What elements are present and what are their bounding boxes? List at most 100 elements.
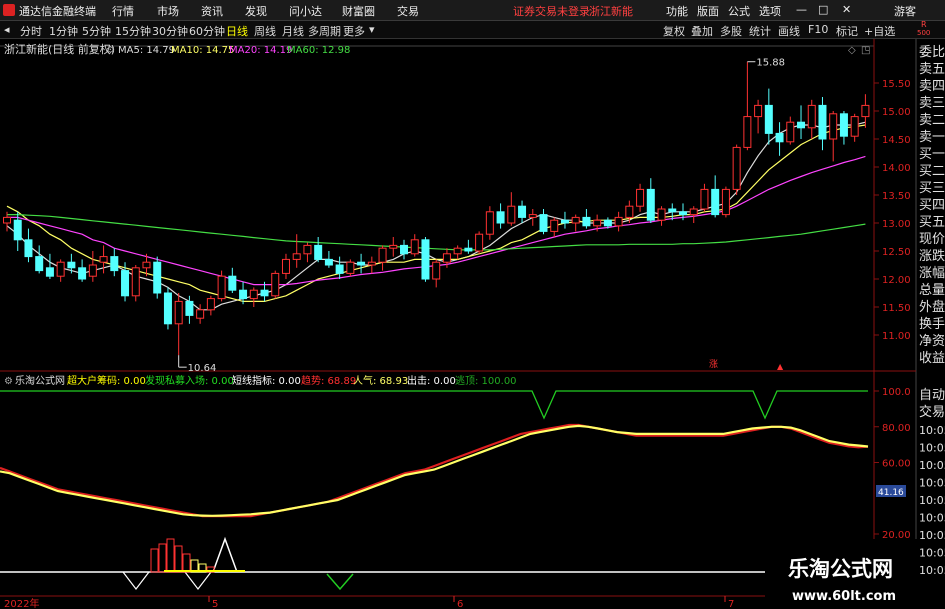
menu-function[interactable]: 功能 [666, 3, 688, 19]
escape-signal-line [0, 390, 868, 420]
side-label: 卖三 [919, 96, 945, 111]
app-logo-icon [3, 4, 15, 16]
menu-trade[interactable]: 交易 [397, 3, 419, 19]
candle-body [507, 205, 516, 224]
volume-bar [158, 543, 167, 573]
btn-adjust[interactable]: 复权 [663, 23, 685, 39]
btn-add-watchlist[interactable]: +自选 [864, 23, 895, 39]
side-time-label: 10:05 [919, 442, 945, 455]
corner-500-label: 500 [917, 29, 931, 37]
y-tick-label: 14.00 [882, 163, 911, 174]
indicator-item-duanxian: 短线指标: 0.00 [232, 374, 301, 387]
period-toolbar: ◂ 分时 1分钟 5分钟 15分钟 30分钟 60分钟 日线 周线 月线 多周期… [0, 20, 945, 39]
side-time-column: 10:05 10:05 10:05 10:05 10:05 10:05 10:05 10:05… [919, 424, 945, 577]
ind-y-tick-label: 60.00 [882, 459, 911, 470]
candle-body [861, 104, 870, 118]
corner-r-label: R [921, 20, 927, 29]
indicator-settings-icon[interactable]: ⚙ [4, 376, 13, 387]
period-5min[interactable]: 5分钟 [82, 23, 111, 39]
side-label: 卖四 [919, 79, 945, 94]
btn-mark[interactable]: 标记 [836, 23, 858, 39]
chevron-down-icon[interactable]: ▾ [369, 23, 375, 36]
side-label: 涨幅 [919, 266, 945, 281]
candle-body [786, 121, 795, 143]
candle-body [67, 261, 76, 269]
menu-formula[interactable]: 公式 [728, 3, 750, 19]
period-60min[interactable]: 60分钟 [189, 23, 225, 39]
period-more[interactable]: 更多 [343, 23, 365, 39]
menu-options[interactable]: 选项 [759, 3, 781, 19]
menu-wealth-circle[interactable]: 财富圈 [342, 3, 375, 19]
candle-body [410, 239, 419, 255]
period-daily[interactable]: 日线 [226, 23, 248, 39]
settings-gear-icon[interactable]: ⚙ [106, 45, 115, 56]
side-time-label: 10:05 [919, 512, 945, 525]
period-1min[interactable]: 1分钟 [49, 23, 78, 39]
login-warning[interactable]: 证券交易未登录 [513, 3, 590, 19]
period-monthly[interactable]: 月线 [282, 23, 304, 39]
main-chart-header: 浙江新能(日线 前复权) ⚙ MA5: 14.79 MA10: 14.75 MA… [4, 42, 870, 56]
period-weekly[interactable]: 周线 [254, 23, 276, 39]
candle-body [475, 233, 484, 252]
guest-label[interactable]: 游客 [894, 3, 916, 19]
x-label-month-5: 5 [212, 599, 218, 609]
candle-body [636, 188, 645, 207]
menu-market[interactable]: 市场 [157, 3, 179, 19]
candle-body [518, 205, 527, 218]
candle-body [324, 258, 333, 266]
candle-body [163, 292, 172, 325]
btn-f10[interactable]: F10 [808, 23, 828, 36]
period-intraday[interactable]: 分时 [20, 23, 42, 39]
menu-ask-xiaoda[interactable]: 问小达 [289, 3, 322, 19]
main-chart-title: 浙江新能(日线 前复权) [4, 42, 115, 56]
ma60-label: MA60: 12.98 [287, 45, 350, 56]
close-icon[interactable]: ✕ [842, 3, 851, 16]
y-tick-label: 13.50 [882, 191, 911, 202]
menu-market-quotes[interactable]: 行情 [112, 3, 134, 19]
side-time-label: 10:05 [919, 477, 945, 490]
candle-body [35, 256, 44, 272]
candles [3, 61, 870, 356]
candle-body [110, 256, 119, 272]
candle-body [217, 275, 226, 300]
candle-body [603, 219, 612, 227]
maximize-icon[interactable]: □ [818, 3, 828, 16]
candle-body [3, 216, 11, 224]
watermark-title: 乐淘公式网 [788, 557, 893, 581]
attack-signal-peak [212, 536, 238, 573]
minimize-icon[interactable]: — [796, 3, 807, 16]
menu-news[interactable]: 资讯 [201, 3, 223, 19]
period-arrow-icon[interactable]: ◂ [4, 23, 10, 36]
side-time-label: 10:05 [919, 459, 945, 472]
btn-overlay[interactable]: 叠加 [691, 23, 713, 39]
y-tick-label: 11.50 [882, 303, 911, 314]
period-30min[interactable]: 30分钟 [152, 23, 188, 39]
candle-body [442, 253, 451, 263]
btn-multi-stock[interactable]: 多股 [720, 23, 742, 39]
candle-body [303, 244, 312, 255]
candle-body [614, 216, 623, 227]
candle-body [314, 244, 323, 260]
period-15min[interactable]: 15分钟 [115, 23, 151, 39]
candle-body [196, 309, 205, 319]
candle-body [88, 264, 97, 277]
side-time-label: 10:05 [919, 564, 945, 577]
btn-statistics[interactable]: 统计 [749, 23, 771, 39]
indicator-y-axis: 100.080.0060.0020.00 [874, 387, 911, 541]
kline-chart[interactable]: 浙江新能(日线 前复权) ⚙ MA5: 14.79 MA10: 14.75 MA… [0, 39, 945, 609]
y-tick-label: 12.50 [882, 247, 911, 258]
candle-body [797, 121, 806, 129]
btn-drawing[interactable]: 画线 [778, 23, 800, 39]
menu-discover[interactable]: 发现 [245, 3, 267, 19]
menu-layout[interactable]: 版面 [697, 3, 719, 19]
candle-body [593, 219, 602, 227]
expand-icon[interactable]: ◳ [861, 45, 870, 56]
side-label: 卖一 [919, 130, 945, 145]
quote-side-panel: 委比卖五卖四卖三卖二卖一买一买二买三买四买五现价涨跌涨幅总量外盘换手净资收益自动… [919, 45, 945, 420]
period-multi[interactable]: 多周期 [308, 23, 341, 39]
ma20-label: MA20: 14.19 [229, 45, 292, 56]
candle-body [711, 188, 720, 216]
diamond-icon[interactable]: ◇ [848, 45, 856, 56]
up-arrow-icon: ▲ [777, 362, 784, 371]
candle-body [839, 113, 848, 137]
